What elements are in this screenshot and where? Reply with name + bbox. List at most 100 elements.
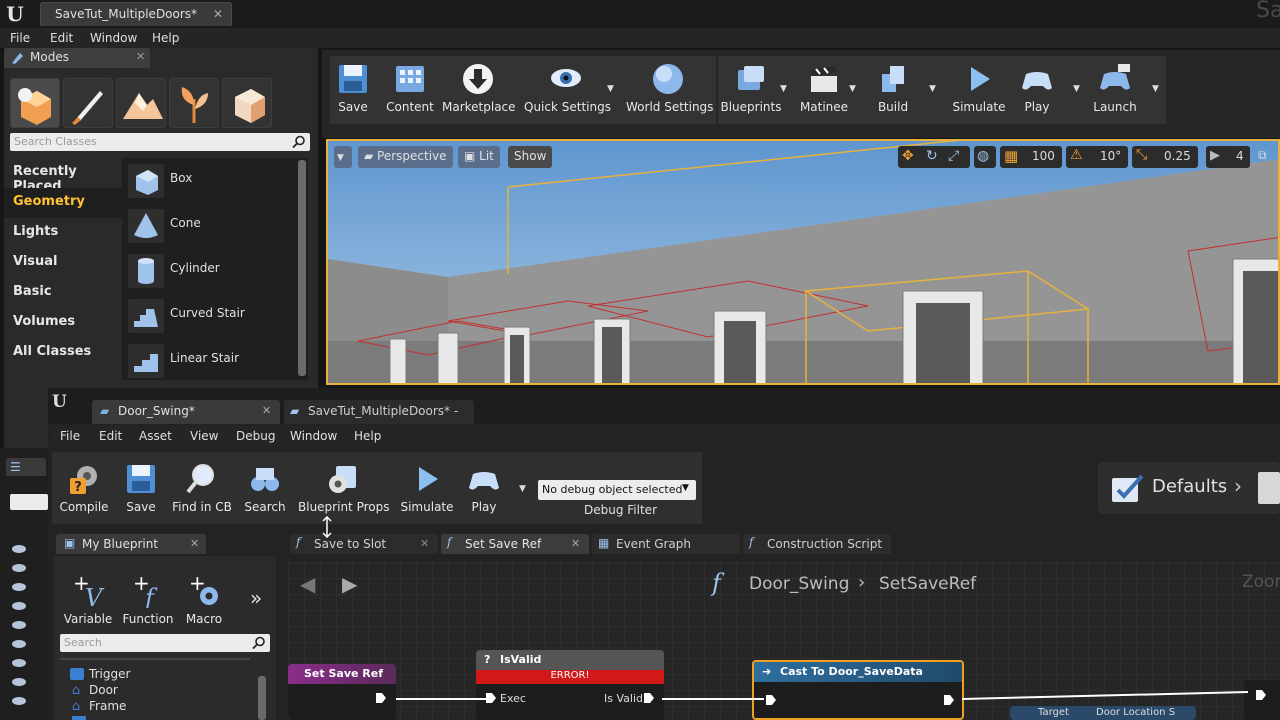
class-item-cylinder[interactable]: Cylinder xyxy=(124,248,296,293)
tab-event-graph[interactable]: ▦ Event Graph xyxy=(592,534,740,554)
category-volumes[interactable]: Volumes xyxy=(4,308,122,338)
outliner-search-input[interactable] xyxy=(10,494,48,510)
play-dropdown-icon[interactable]: ▼ xyxy=(1073,84,1080,94)
tab-set-save-ref[interactable]: f Set Save Ref ✕ xyxy=(441,534,589,554)
visibility-eye-icon[interactable] xyxy=(12,640,26,648)
viewport-options-button[interactable]: ▼ xyxy=(334,146,352,168)
lit-button[interactable]: ▣ Lit xyxy=(458,146,500,168)
launch-dropdown-icon[interactable]: ▼ xyxy=(1152,84,1159,94)
close-icon[interactable]: ✕ xyxy=(136,50,145,63)
blueprint-props-button[interactable]: Blueprint Props xyxy=(298,460,389,522)
close-icon[interactable]: ✕ xyxy=(420,537,429,550)
category-all-classes[interactable]: All Classes xyxy=(4,338,122,368)
bp-save-button[interactable]: Save xyxy=(122,460,160,522)
tab-level[interactable]: ▰ SaveTut_MultipleDoors* - xyxy=(284,400,474,424)
maximize-viewport-icon[interactable]: ⧉ xyxy=(1258,148,1276,166)
matinee-dropdown-icon[interactable]: ▼ xyxy=(849,84,856,94)
scene-outliner-tab[interactable]: ☰ xyxy=(6,458,46,476)
close-icon[interactable]: ✕ xyxy=(213,7,223,21)
close-icon[interactable]: ✕ xyxy=(190,537,199,550)
forward-arrow-icon[interactable]: ▶ xyxy=(342,572,357,596)
move-icon[interactable]: ✥ xyxy=(902,148,914,164)
grid-snap-control[interactable]: ▦ 100 xyxy=(1000,146,1062,168)
tree-item-door[interactable]: Door xyxy=(89,683,118,697)
add-macro-button[interactable]: + Macro xyxy=(180,572,228,634)
tab-door-swing[interactable]: ▰ Door_Swing* ✕ xyxy=(92,400,280,424)
class-item-box[interactable]: Box xyxy=(124,158,296,203)
visibility-eye-icon[interactable] xyxy=(12,621,26,629)
defaults-button[interactable]: Defaults › xyxy=(1098,462,1280,514)
scale-snap-control[interactable]: ⤡ 0.25 xyxy=(1132,146,1198,168)
add-function-button[interactable]: + f Function xyxy=(122,572,174,634)
bp-menu-asset[interactable]: Asset xyxy=(139,429,172,443)
tree-scrollbar[interactable] xyxy=(258,676,266,720)
bp-search-button[interactable]: Search xyxy=(242,460,288,522)
launch-button[interactable]: Launch xyxy=(1090,60,1140,122)
world-settings-button[interactable]: World Settings xyxy=(626,60,713,122)
quick-settings-dropdown-icon[interactable]: ▼ xyxy=(607,84,614,94)
category-geometry[interactable]: Geometry xyxy=(4,188,122,218)
world-local-toggle[interactable]: ◍ xyxy=(974,146,996,168)
category-recently-placed[interactable]: Recently Placed xyxy=(4,158,122,194)
rotation-snap-control[interactable]: ⚠ 10° xyxy=(1066,146,1128,168)
tree-item-frame[interactable]: Frame xyxy=(89,699,126,713)
bp-play-dropdown-icon[interactable]: ▼ xyxy=(519,484,526,494)
blueprints-dropdown-icon[interactable]: ▼ xyxy=(780,84,787,94)
menu-window[interactable]: Window xyxy=(90,31,137,45)
visibility-eye-icon[interactable] xyxy=(12,659,26,667)
tab-construction-script[interactable]: f Construction Script xyxy=(743,534,891,554)
visibility-eye-icon[interactable] xyxy=(12,545,26,553)
foliage-mode-icon[interactable] xyxy=(169,78,219,128)
blueprints-button[interactable]: Blueprints xyxy=(720,60,782,122)
build-dropdown-icon[interactable]: ▼ xyxy=(929,84,936,94)
compile-button[interactable]: ? Compile xyxy=(58,460,110,522)
bp-play-button[interactable]: Play xyxy=(462,460,506,522)
menu-edit[interactable]: Edit xyxy=(50,31,73,45)
category-basic[interactable]: Basic xyxy=(4,278,122,308)
bp-menu-help[interactable]: Help xyxy=(354,429,381,443)
add-variable-button[interactable]: + V Variable xyxy=(62,572,114,634)
scale-icon[interactable]: ⤢ xyxy=(948,148,959,164)
camera-speed-control[interactable]: ▶ 4 xyxy=(1206,146,1250,168)
visibility-eye-icon[interactable] xyxy=(12,697,26,705)
tab-save-to-slot[interactable]: f Save to Slot ✕ xyxy=(290,534,438,554)
bp-simulate-button[interactable]: Simulate xyxy=(400,460,454,522)
rotate-icon[interactable]: ↻ xyxy=(926,148,938,164)
bp-menu-debug[interactable]: Debug xyxy=(236,429,275,443)
search-classes-input[interactable]: Search Classes xyxy=(10,133,310,151)
show-button[interactable]: Show xyxy=(508,146,553,168)
quick-settings-button[interactable]: Quick Settings xyxy=(524,60,611,122)
menu-help[interactable]: Help xyxy=(152,31,179,45)
visibility-eye-icon[interactable] xyxy=(12,678,26,686)
perspective-button[interactable]: ▰ Perspective xyxy=(358,146,453,168)
tree-item-trigger[interactable]: Trigger xyxy=(89,667,130,681)
menu-file[interactable]: File xyxy=(10,31,30,45)
modes-tab[interactable]: Modes ✕ xyxy=(4,48,150,68)
back-arrow-icon[interactable]: ◀ xyxy=(300,572,315,596)
my-blueprint-tab[interactable]: ▣ My Blueprint ✕ xyxy=(56,534,206,554)
save-button[interactable]: Save xyxy=(334,60,372,122)
debug-object-select[interactable]: No debug object selected ▼ xyxy=(538,480,696,500)
my-blueprint-search-input[interactable]: Search xyxy=(60,634,270,652)
matinee-button[interactable]: Matinee xyxy=(798,60,850,122)
geometry-edit-mode-icon[interactable] xyxy=(222,78,272,128)
level-viewport[interactable] xyxy=(326,139,1280,385)
marketplace-button[interactable]: Marketplace xyxy=(442,60,516,122)
play-button[interactable]: Play xyxy=(1014,60,1060,122)
bp-menu-edit[interactable]: Edit xyxy=(99,429,122,443)
class-settings-icon[interactable] xyxy=(1258,472,1280,504)
transform-tools[interactable]: ✥ ↻ ⤢ xyxy=(898,146,970,168)
visibility-eye-icon[interactable] xyxy=(12,583,26,591)
simulate-button[interactable]: Simulate xyxy=(952,60,1006,122)
landscape-mode-icon[interactable] xyxy=(116,78,166,128)
breadcrumb-blueprint[interactable]: Door_Swing xyxy=(749,574,849,594)
class-item-linear-stair[interactable]: Linear Stair xyxy=(124,338,296,383)
category-visual[interactable]: Visual xyxy=(4,248,122,278)
more-options-icon[interactable]: » xyxy=(250,586,262,610)
main-level-tab[interactable]: SaveTut_MultipleDoors* ✕ xyxy=(40,2,232,26)
category-lights[interactable]: Lights xyxy=(4,218,122,248)
close-icon[interactable]: ✕ xyxy=(571,537,580,550)
content-button[interactable]: Content xyxy=(384,60,436,122)
paint-mode-icon[interactable] xyxy=(63,78,113,128)
bp-menu-view[interactable]: View xyxy=(190,429,218,443)
